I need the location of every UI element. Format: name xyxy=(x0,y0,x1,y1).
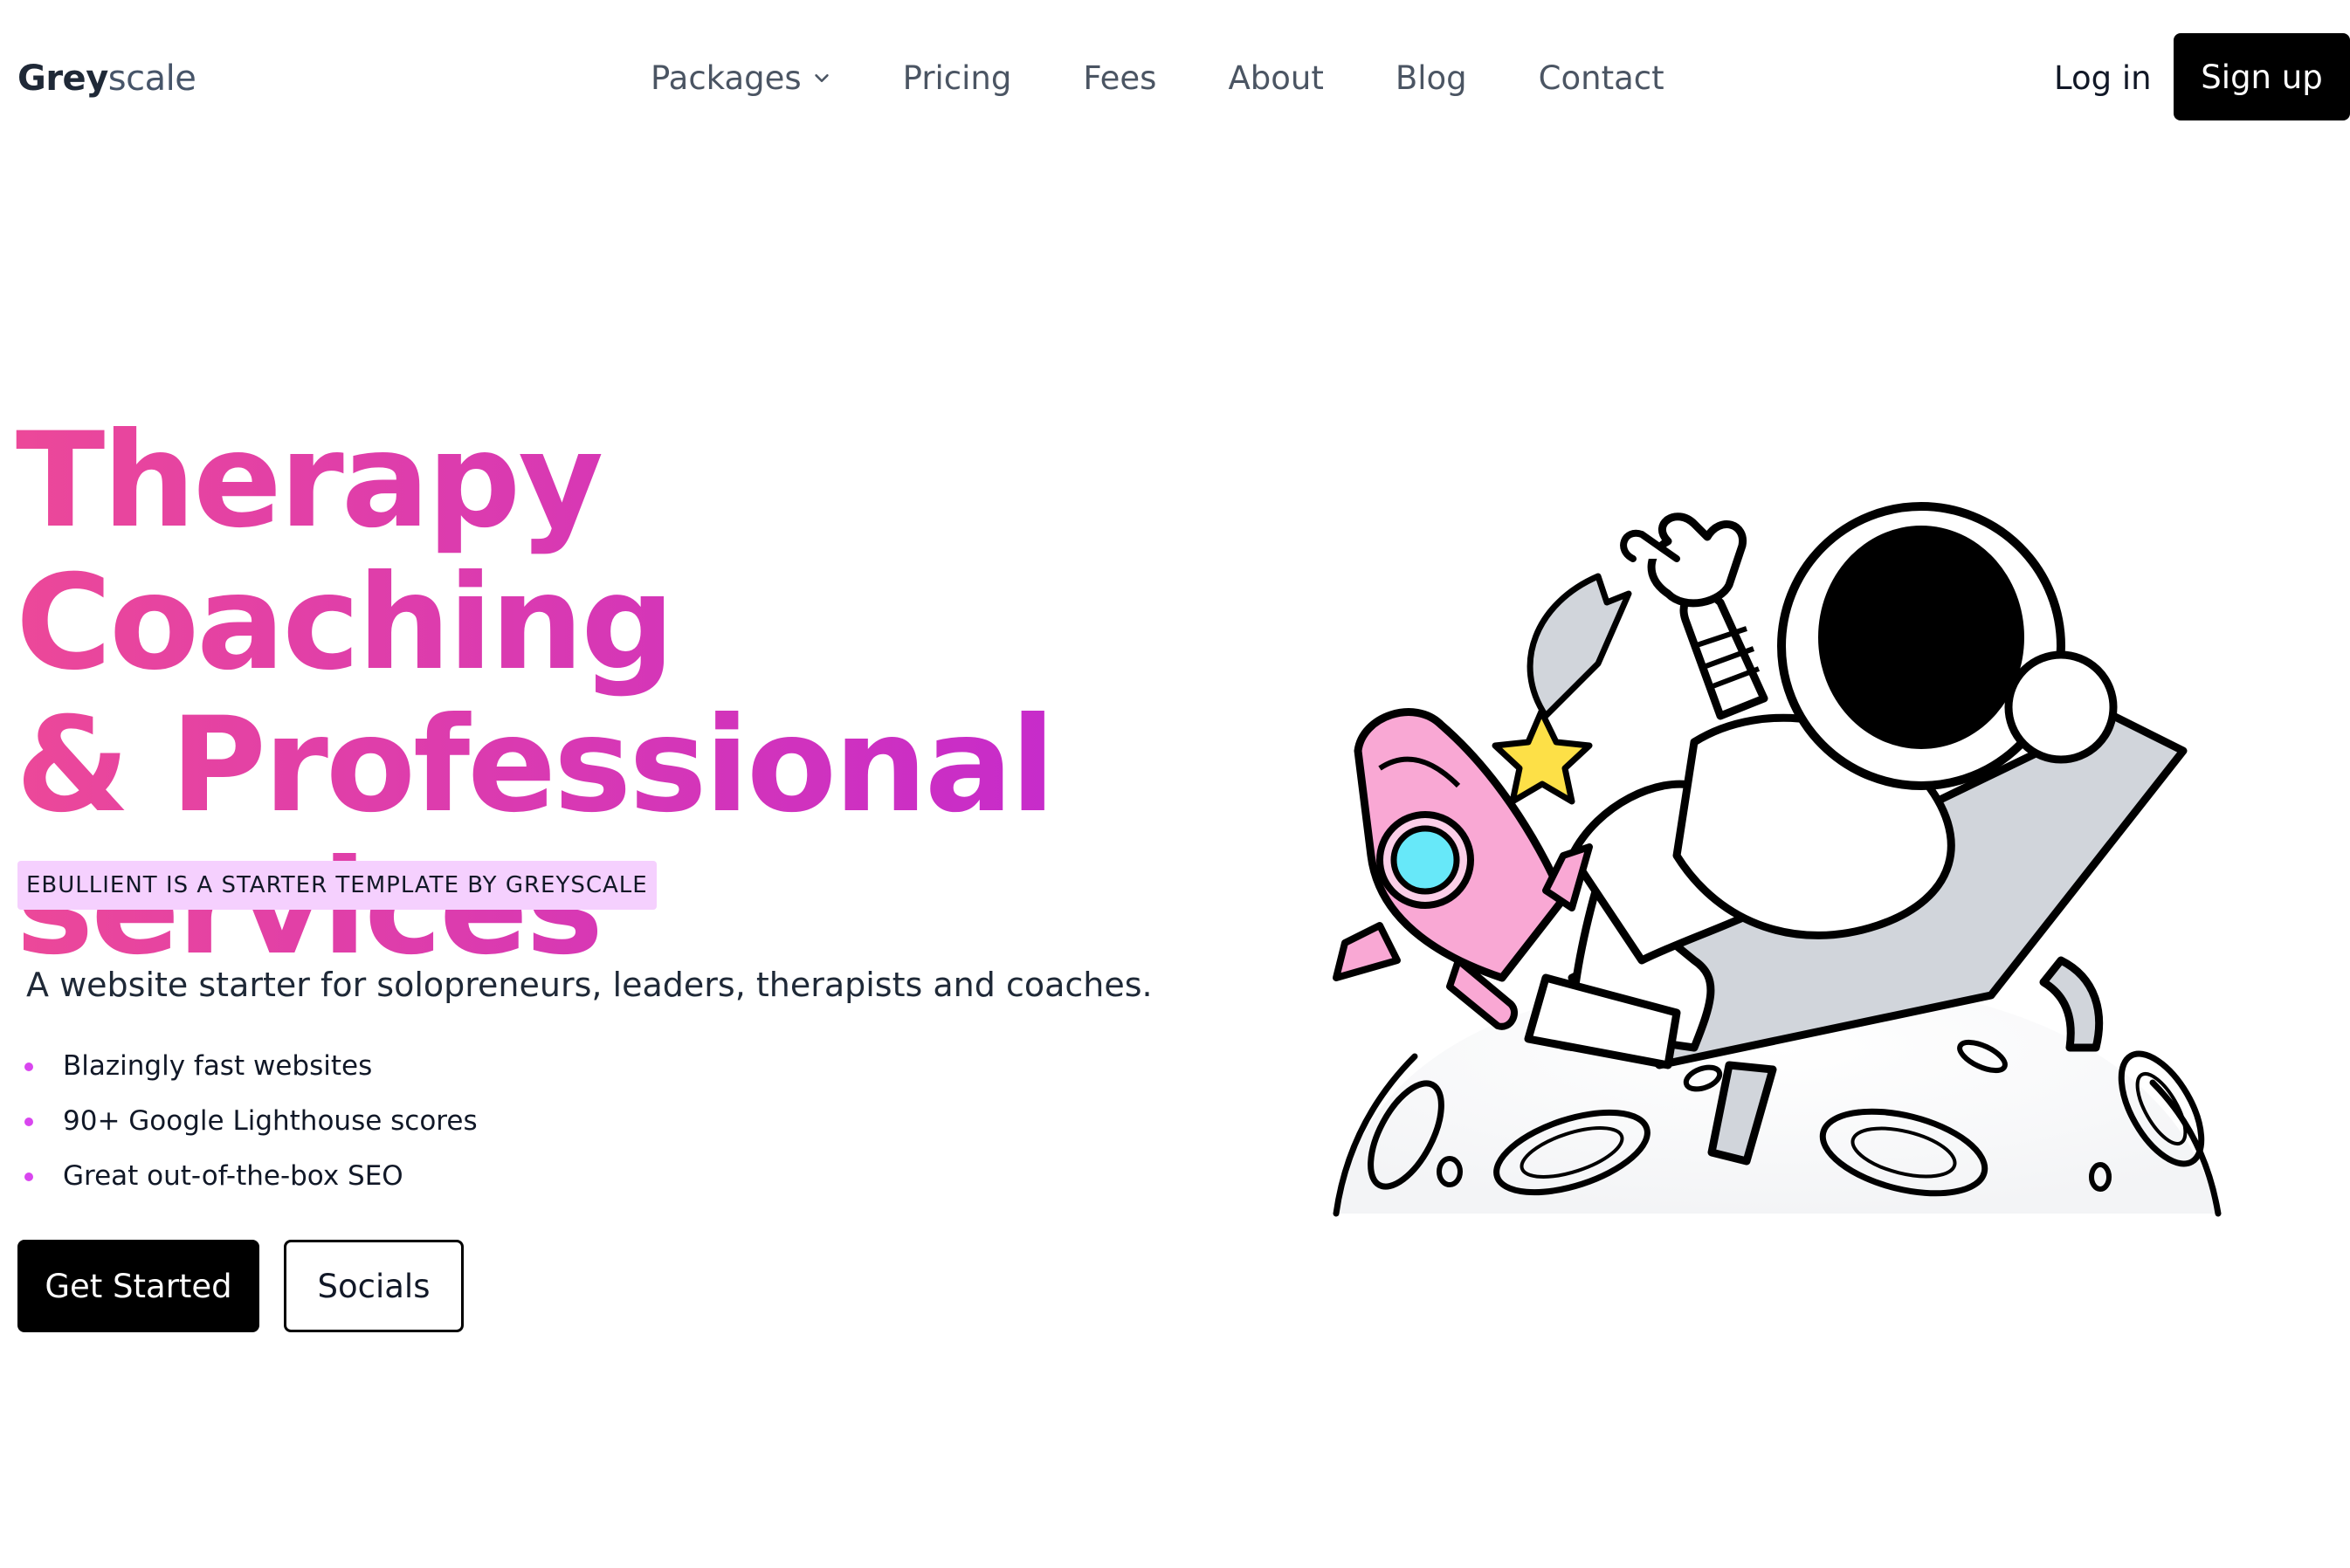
feature-item: Blazingly fast websites xyxy=(21,1039,478,1094)
nav-item-contact[interactable]: Contact xyxy=(1539,54,1664,103)
nav-item-label: Pricing xyxy=(902,59,1012,97)
nav-item-label: Blog xyxy=(1395,59,1467,97)
get-started-button[interactable]: Get Started xyxy=(17,1240,259,1332)
socials-button[interactable]: Socials xyxy=(284,1240,464,1332)
feature-text: Great out-of-the-box SEO xyxy=(63,1160,403,1192)
brand-logo-bold: Grey xyxy=(17,58,108,99)
nav-item-blog[interactable]: Blog xyxy=(1396,54,1467,103)
nav-item-about[interactable]: About xyxy=(1228,54,1323,103)
nav-item-label: Contact xyxy=(1538,59,1664,97)
template-badge: EBULLIENT IS A STARTER TEMPLATE BY GREYS… xyxy=(17,861,657,910)
site-header: Greyscale Packages Pricing Fees About Bl… xyxy=(0,0,2350,157)
bullet-icon xyxy=(24,1173,33,1181)
nav-item-label: About xyxy=(1228,59,1324,97)
bullet-icon xyxy=(24,1118,33,1126)
nav-item-label: Packages xyxy=(651,59,802,97)
feature-text: 90+ Google Lighthouse scores xyxy=(63,1105,478,1137)
bullet-icon xyxy=(24,1063,33,1071)
feature-item: Great out-of-the-box SEO xyxy=(21,1149,478,1204)
landing-page: Greyscale Packages Pricing Fees About Bl… xyxy=(0,0,2350,1568)
login-link[interactable]: Log in xyxy=(2054,54,2152,103)
nav-item-packages[interactable]: Packages xyxy=(651,54,831,103)
nav-item-fees[interactable]: Fees xyxy=(1083,54,1156,103)
brand-logo-light: scale xyxy=(107,58,196,99)
feature-text: Blazingly fast websites xyxy=(63,1050,373,1082)
headline-line: & Professional xyxy=(16,690,1053,842)
main-nav: Packages Pricing Fees About Blog Contact xyxy=(651,54,1664,103)
signup-button[interactable]: Sign up xyxy=(2174,33,2350,120)
nav-item-label: Fees xyxy=(1083,59,1157,97)
chevron-down-icon xyxy=(814,74,829,83)
nav-item-pricing[interactable]: Pricing xyxy=(903,54,1012,103)
headline-line: Therapy Coaching xyxy=(16,405,672,699)
brand-logo[interactable]: Greyscale xyxy=(17,56,196,101)
astronaut-illustration xyxy=(1333,502,2222,1217)
feature-list: Blazingly fast websites 90+ Google Light… xyxy=(21,1039,478,1204)
feature-item: 90+ Google Lighthouse scores xyxy=(21,1094,478,1149)
star-icon xyxy=(1492,573,1632,805)
hero-subtitle: A website starter for solopreneurs, lead… xyxy=(26,966,1153,1004)
